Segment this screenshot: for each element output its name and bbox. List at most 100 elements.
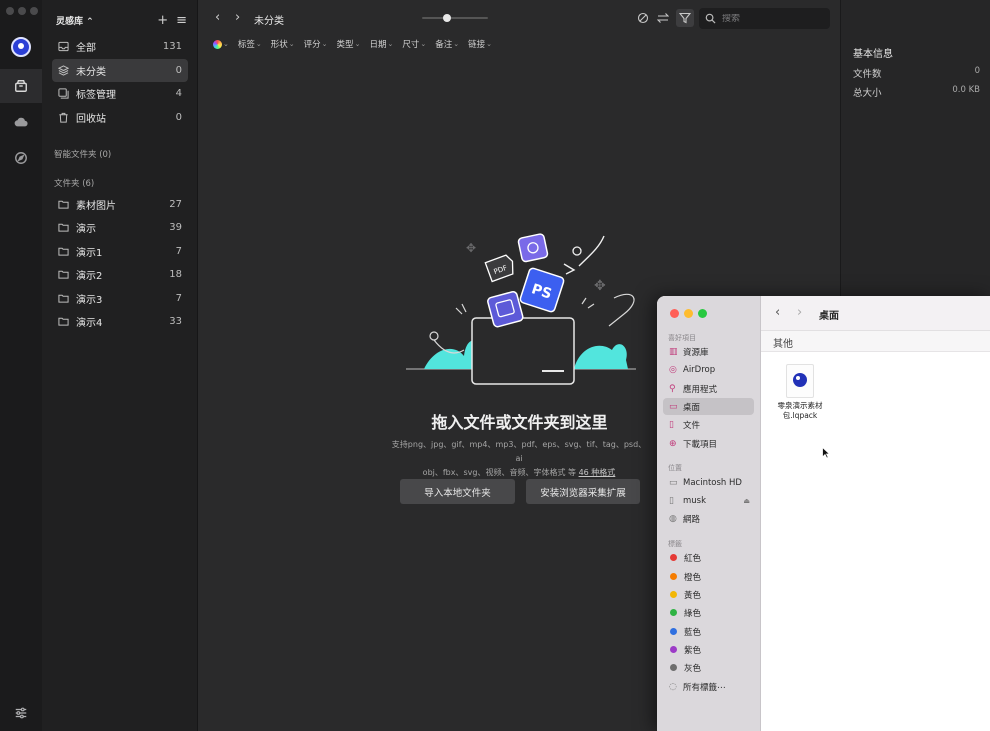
filter-date[interactable]: 日期 ⌄ xyxy=(369,38,393,50)
sidebar-item-tag-manage[interactable]: 标签管理 4 xyxy=(52,82,188,105)
finder-item-library[interactable]: ▥ 資源庫 xyxy=(663,343,754,360)
settings-sliders-button[interactable] xyxy=(0,696,42,730)
smart-folders-header[interactable]: 智能文件夹 (0) xyxy=(54,148,111,160)
finder-item-documents[interactable]: ▯ 文件 xyxy=(663,416,754,433)
filter-icon[interactable] xyxy=(676,9,694,27)
finder-item-network[interactable]: ◍ 網路 xyxy=(663,510,754,527)
finder-tag-label: 黃色 xyxy=(684,590,702,601)
finder-content: ‹ › 桌面 其他 零泉演示素材包.lqpack xyxy=(761,296,990,731)
filter-label: 标签 xyxy=(237,40,255,50)
icon-rail xyxy=(0,0,42,731)
library-title: 灵感库 xyxy=(56,17,84,27)
finder-tag-blue[interactable]: 藍色 xyxy=(663,623,754,640)
filter-notes[interactable]: 备注 ⌄ xyxy=(435,38,459,50)
library-nav-button[interactable] xyxy=(0,69,42,103)
finder-close-button[interactable] xyxy=(670,309,679,318)
sidebar-item-all[interactable]: 全部 131 xyxy=(52,35,188,58)
svg-text:✥: ✥ xyxy=(466,241,476,255)
supported-formats-line2: obj、fbx、svg、视频、音频、字体格式 等 46 种格式 xyxy=(389,466,649,480)
finder-item-musk[interactable]: ▯ musk ⏏ xyxy=(663,492,754,509)
finder-item-airdrop[interactable]: ◎ AirDrop xyxy=(663,361,754,378)
app-logo-icon[interactable] xyxy=(11,37,31,57)
slider-knob[interactable] xyxy=(443,14,451,22)
cloud-nav-button[interactable] xyxy=(0,105,42,139)
folder-item[interactable]: 演示1 7 xyxy=(52,240,188,263)
svg-text:✥: ✥ xyxy=(594,278,606,294)
chevron-down-icon: ⌄ xyxy=(486,40,492,48)
forward-arrow-icon[interactable]: › xyxy=(235,10,240,25)
finder-zoom-button[interactable] xyxy=(698,309,707,318)
folder-count: 18 xyxy=(169,269,182,280)
filter-shape[interactable]: 形状 ⌄ xyxy=(271,38,295,50)
chevron-down-icon: ⌄ xyxy=(288,40,295,48)
filter-rating[interactable]: 评分 ⌄ xyxy=(304,38,328,50)
window-controls[interactable] xyxy=(6,7,38,15)
finder-tag-green[interactable]: 綠色 xyxy=(663,604,754,621)
color-filter[interactable]: ⌄ xyxy=(213,39,229,49)
filter-type[interactable]: 类型 ⌄ xyxy=(337,38,361,50)
finder-item-applications[interactable]: ⚲ 應用程式 xyxy=(663,380,754,397)
search-bar[interactable] xyxy=(699,8,830,29)
sidebar-item-label: 标签管理 xyxy=(76,90,116,101)
folder-count: 7 xyxy=(175,246,182,257)
folders-header[interactable]: 文件夹 (6) xyxy=(54,177,94,189)
import-local-folder-button[interactable]: 导入本地文件夹 xyxy=(400,479,515,504)
discover-nav-button[interactable] xyxy=(0,141,42,175)
finder-tag-gray[interactable]: 灰色 xyxy=(663,659,754,676)
sort-swap-icon[interactable] xyxy=(656,11,670,25)
finder-group-header: 其他 xyxy=(761,331,990,352)
library-switcher[interactable]: 灵感库 ⌃ xyxy=(56,14,149,27)
sidebar-item-uncategorized[interactable]: 未分类 0 xyxy=(52,59,188,82)
install-browser-extension-button[interactable]: 安装浏览器采集扩展 xyxy=(526,479,640,504)
filter-label: 评分 xyxy=(303,40,321,50)
finder-file-item[interactable]: 零泉演示素材包.lqpack xyxy=(773,364,827,421)
finder-tag-yellow[interactable]: 黃色 xyxy=(663,586,754,603)
filter-label: 类型 xyxy=(336,40,354,50)
sliders-icon xyxy=(15,707,27,719)
folder-item[interactable]: 演示3 7 xyxy=(52,287,188,310)
globe-icon: ◍ xyxy=(669,513,677,524)
finder-item-desktop[interactable]: ▭ 桌面 xyxy=(663,398,754,415)
filter-label: 备注 xyxy=(435,40,453,50)
thumbnail-size-slider[interactable] xyxy=(422,14,488,22)
finder-tag-purple[interactable]: 紫色 xyxy=(663,641,754,658)
finder-item-label: 應用程式 xyxy=(683,384,718,395)
finder-item-downloads[interactable]: ⊕ 下載項目 xyxy=(663,435,754,452)
filter-label: 日期 xyxy=(369,40,387,50)
gray-tag-icon xyxy=(670,664,677,671)
finder-tag-red[interactable]: 紅色 xyxy=(663,549,754,566)
back-arrow-icon[interactable]: ‹ xyxy=(215,10,220,25)
folder-item[interactable]: 演示2 18 xyxy=(52,263,188,286)
filter-tags[interactable]: 标签 ⌄ xyxy=(238,38,262,50)
orange-tag-icon xyxy=(670,573,677,580)
finder-all-tags[interactable]: ◌ 所有標籤⋯ xyxy=(663,678,754,695)
finder-tag-orange[interactable]: 橙色 xyxy=(663,568,754,585)
folder-item[interactable]: 演示 39 xyxy=(52,216,188,239)
filter-link[interactable]: 链接 ⌄ xyxy=(468,38,492,50)
hide-icon[interactable] xyxy=(636,11,650,25)
folder-item[interactable]: 素材图片 27 xyxy=(52,193,188,216)
finder-back-icon[interactable]: ‹ xyxy=(775,305,780,320)
formats-count-link[interactable]: 46 种格式 xyxy=(579,468,616,477)
folder-label: 演示4 xyxy=(76,318,103,329)
finder-item-macintosh-hd[interactable]: ▭ Macintosh HD xyxy=(663,474,754,491)
sidebar-item-count: 0 xyxy=(175,65,182,76)
tag-manage-icon xyxy=(58,88,72,99)
minimize-window-button[interactable] xyxy=(18,7,26,15)
search-input[interactable] xyxy=(722,13,822,24)
finder-minimize-button[interactable] xyxy=(684,309,693,318)
eject-icon[interactable]: ⏏ xyxy=(743,497,750,505)
zoom-window-button[interactable] xyxy=(30,7,38,15)
layers-icon xyxy=(58,65,72,76)
inbox-icon xyxy=(58,41,72,52)
folder-item[interactable]: 演示4 33 xyxy=(52,310,188,333)
finder-window-controls xyxy=(670,309,707,318)
menu-icon[interactable]: ≡ xyxy=(176,13,187,28)
finder-tag-label: 灰色 xyxy=(684,663,702,674)
finder-item-label: 資源庫 xyxy=(683,347,709,358)
close-window-button[interactable] xyxy=(6,7,14,15)
add-icon[interactable]: + xyxy=(157,13,168,28)
filter-size[interactable]: 尺寸 ⌄ xyxy=(402,38,426,50)
sidebar-item-trash[interactable]: 回收站 0 xyxy=(52,106,188,129)
finder-forward-icon[interactable]: › xyxy=(797,305,802,320)
